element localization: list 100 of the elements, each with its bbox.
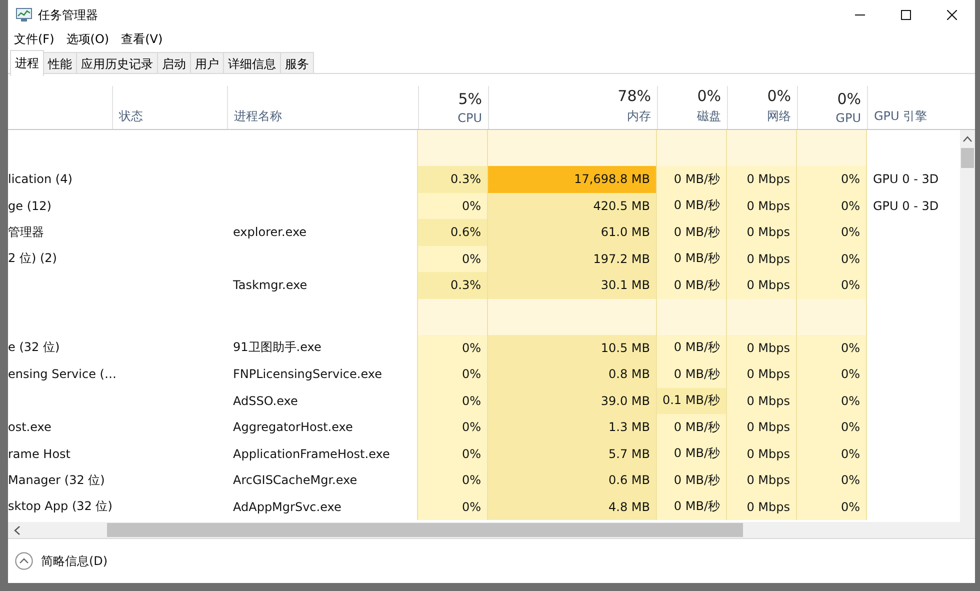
usage-cell: 0% bbox=[797, 334, 867, 361]
column-header[interactable]: 状态 bbox=[119, 108, 143, 125]
usage-cell: 0 Mbps bbox=[727, 388, 797, 414]
table-cell-text: ge (12) bbox=[8, 198, 52, 215]
usage-cell: 0% bbox=[418, 192, 488, 219]
usage-cell: 17,698.8 MB bbox=[488, 166, 657, 192]
usage-cell: 0% bbox=[418, 361, 488, 388]
usage-cell: 10.5 MB bbox=[488, 334, 657, 361]
usage-cell: 0 Mbps bbox=[727, 414, 797, 440]
table-cell-text: GPU 0 - 3D bbox=[872, 171, 940, 188]
header-cell[interactable]: 78% 内存 bbox=[488, 86, 657, 129]
tab[interactable]: 服务 bbox=[280, 52, 314, 73]
table-cell-text: 管理器 bbox=[8, 224, 45, 241]
table-cell-text: 2 位) (2) bbox=[8, 250, 58, 268]
header-cell[interactable]: 0% 网络 bbox=[727, 86, 797, 129]
usage-cell: 0 Mbps bbox=[727, 219, 797, 246]
column-header[interactable]: 进程名称 bbox=[234, 108, 282, 125]
collapse-chevron-icon[interactable] bbox=[15, 552, 33, 570]
maximize-icon[interactable] bbox=[901, 10, 911, 20]
header-cell[interactable]: 进程名称 bbox=[227, 86, 418, 129]
usage-cell: 0% bbox=[797, 192, 867, 219]
table-cell-text: rame Host bbox=[8, 446, 72, 463]
header-cell[interactable]: GPU 引擎 bbox=[867, 86, 960, 129]
usage-percent: 0% bbox=[837, 90, 861, 108]
column-header[interactable]: 内存 bbox=[627, 108, 651, 125]
usage-cell: 0% bbox=[797, 166, 867, 192]
usage-cell: 0% bbox=[418, 388, 488, 414]
usage-cell: 0 Mbps bbox=[727, 334, 797, 361]
usage-cell: 0 MB/秒 bbox=[657, 334, 727, 361]
column-header[interactable]: CPU bbox=[458, 111, 482, 125]
usage-cell: 0 MB/秒 bbox=[657, 440, 727, 467]
usage-cell: 39.0 MB bbox=[488, 388, 657, 414]
usage-cell: 0.8 MB bbox=[488, 361, 657, 388]
usage-cell: 0 MB/秒 bbox=[657, 361, 727, 388]
usage-cell: 0 MB/秒 bbox=[657, 467, 727, 494]
header-cell[interactable]: 0% 磁盘 bbox=[657, 86, 727, 129]
monitor-chart-icon bbox=[16, 8, 32, 22]
usage-cell: 0 Mbps bbox=[727, 192, 797, 219]
column-header[interactable]: GPU 引擎 bbox=[874, 108, 928, 125]
scrollbar-thumb[interactable] bbox=[107, 523, 743, 537]
tab[interactable]: 应用历史记录 bbox=[76, 52, 158, 73]
tab[interactable]: 详细信息 bbox=[223, 52, 281, 73]
usage-cell: 0% bbox=[797, 272, 867, 298]
usage-cell: 0.3% bbox=[418, 272, 488, 298]
column-header[interactable]: 磁盘 bbox=[697, 108, 721, 125]
menu-item[interactable]: 文件(F) bbox=[14, 30, 54, 48]
table-cell-text: lication (4) bbox=[8, 171, 74, 188]
usage-cell: 0% bbox=[797, 388, 867, 414]
usage-cell: 0 MB/秒 bbox=[657, 414, 727, 440]
usage-cell: 0 Mbps bbox=[727, 440, 797, 467]
scroll-left-icon[interactable] bbox=[14, 526, 20, 534]
tab[interactable]: 用户 bbox=[190, 52, 224, 73]
header-cell[interactable]: 状态 bbox=[112, 86, 227, 129]
table-cell-text: sktop App (32 位) bbox=[8, 498, 112, 516]
usage-cell: 0 MB/秒 bbox=[657, 246, 727, 272]
usage-cell: 0% bbox=[418, 467, 488, 494]
close-icon[interactable] bbox=[947, 10, 957, 20]
scrollbar-thumb[interactable] bbox=[961, 148, 974, 168]
tab[interactable]: 进程 bbox=[10, 50, 44, 76]
usage-cell: 0% bbox=[797, 219, 867, 246]
window-title: 任务管理器 bbox=[38, 6, 98, 24]
table-cell-text: GPU 0 - 3D bbox=[872, 198, 940, 215]
usage-cell: 0.1 MB/秒 bbox=[657, 388, 727, 414]
column-header[interactable]: 网络 bbox=[767, 108, 791, 125]
tab[interactable]: 性能 bbox=[43, 52, 77, 73]
usage-cell: 0% bbox=[418, 334, 488, 361]
usage-cell: 0 MB/秒 bbox=[657, 219, 727, 246]
fewer-details-link[interactable]: 简略信息(D) bbox=[41, 552, 108, 570]
menu-item[interactable]: 查看(V) bbox=[121, 30, 163, 48]
usage-cell: 0 MB/秒 bbox=[657, 272, 727, 298]
usage-cell: 0% bbox=[418, 440, 488, 467]
usage-cell: 0 MB/秒 bbox=[657, 166, 727, 192]
usage-percent: 5% bbox=[458, 90, 482, 108]
usage-cell: 197.2 MB bbox=[488, 246, 657, 272]
usage-cell: 0 Mbps bbox=[727, 166, 797, 192]
tab[interactable]: 启动 bbox=[157, 52, 191, 73]
usage-cell: 0 Mbps bbox=[727, 467, 797, 494]
usage-cell: 0% bbox=[797, 467, 867, 494]
usage-cell: 1.3 MB bbox=[488, 414, 657, 440]
usage-cell: 5.7 MB bbox=[488, 440, 657, 467]
usage-percent: 0% bbox=[697, 87, 721, 105]
usage-percent: 78% bbox=[618, 87, 651, 105]
table-cell-text: ost.exe bbox=[8, 419, 52, 436]
usage-cell: 0% bbox=[418, 494, 488, 520]
header-cell[interactable]: 0% GPU bbox=[797, 86, 867, 129]
usage-cell: 0% bbox=[797, 494, 867, 520]
usage-cell: 0 MB/秒 bbox=[657, 192, 727, 219]
usage-cell: 4.8 MB bbox=[488, 494, 657, 520]
table-cell-text: e (32 位) bbox=[8, 339, 61, 356]
usage-cell: 0 Mbps bbox=[727, 272, 797, 298]
menu-item[interactable]: 选项(O) bbox=[66, 30, 110, 48]
header-cell[interactable]: 5% CPU bbox=[418, 86, 488, 129]
scroll-up-icon[interactable] bbox=[963, 136, 972, 142]
usage-cell: 0.3% bbox=[418, 166, 488, 192]
usage-cell: 0 MB/秒 bbox=[657, 494, 727, 520]
column-header[interactable]: GPU bbox=[836, 111, 861, 125]
usage-cell: 420.5 MB bbox=[488, 192, 657, 219]
usage-cell: 61.0 MB bbox=[488, 219, 657, 246]
usage-cell: 0% bbox=[797, 361, 867, 388]
usage-cell: 0% bbox=[418, 414, 488, 440]
